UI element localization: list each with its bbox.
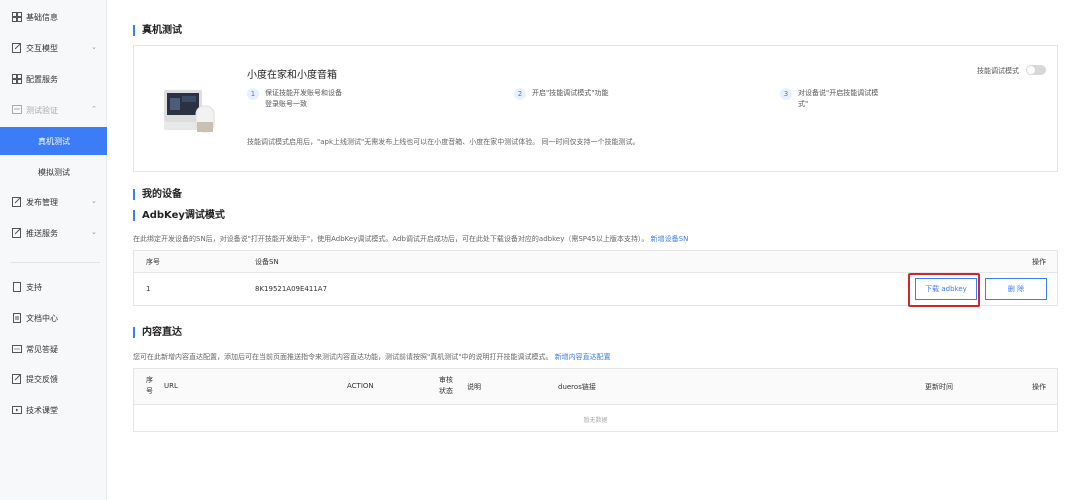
column-header-actions: 操作: [1032, 383, 1046, 391]
chevron-down-icon: ⌄: [91, 197, 97, 205]
column-header-index: 序号: [146, 257, 160, 266]
adbkey-description-text: 在此绑定开发设备的SN后，对设备说"打开技能开发助手"，使用AdbKey调试模式…: [133, 235, 649, 243]
sidebar-item-test-verify[interactable]: 测试验证 ⌃: [0, 96, 107, 124]
edit-icon: [12, 374, 21, 384]
row-index: 1: [146, 285, 151, 293]
sidebar-divider: [10, 262, 100, 263]
step-3: 3 对设备说"开启技能调试模 式": [780, 88, 878, 110]
step-number: 3: [780, 88, 792, 100]
debug-mode-note: 技能调试模式启用后，"apk上线测试"无需发布上线也可以在小度音箱、小度在家中测…: [247, 138, 640, 146]
sidebar-item-interaction-model[interactable]: 交互模型 ⌄: [0, 34, 107, 62]
sidebar-item-label: 推送服务: [26, 228, 58, 238]
highlight-box: [908, 273, 980, 307]
column-header-review-line1: 审核: [439, 376, 453, 384]
sidebar-item-real-device-test[interactable]: 真机测试: [0, 127, 107, 155]
sidebar-item-label: 真机测试: [38, 136, 70, 146]
sidebar-item-label: 模拟测试: [38, 167, 70, 177]
content-direct-table: 序 号 URL ACTION 审核 状态 说明 dueros链接 更新时间 操作…: [133, 368, 1058, 432]
step-1: 1 保证技能开发账号和设备 登录账号一致: [247, 88, 342, 110]
device-table-header: 序号 设备SN 操作: [134, 251, 1057, 273]
section-title-adbkey: AdbKey调试模式: [133, 210, 225, 221]
sidebar-item-docs-center[interactable]: 文档中心: [0, 304, 107, 332]
sidebar-item-label: 支持: [26, 282, 42, 292]
debug-mode-toggle[interactable]: [1026, 65, 1046, 75]
debug-mode-label: 技能调试模式: [977, 67, 1019, 75]
sidebar-item-basic-info[interactable]: 基础信息: [0, 3, 107, 31]
section-title-real-test: 真机测试: [133, 25, 182, 36]
grid-icon: [12, 74, 22, 84]
sidebar-item-label: 发布管理: [26, 197, 58, 207]
step-number: 2: [514, 88, 526, 100]
content-direct-table-header: 序 号 URL ACTION 审核 状态 说明 dueros链接 更新时间 操作: [134, 369, 1057, 405]
sidebar-item-release-management[interactable]: 发布管理 ⌄: [0, 188, 107, 216]
column-header-review-line2: 状态: [439, 387, 453, 395]
step-text: 保证技能开发账号和设备: [265, 89, 342, 97]
delete-button[interactable]: 删 除: [985, 278, 1047, 300]
column-header-sn: 设备SN: [255, 257, 279, 266]
sidebar-item-label: 基础信息: [26, 12, 58, 22]
edit-icon: [12, 43, 21, 53]
step-2: 2 开启"技能调试模式"功能: [514, 88, 608, 100]
content-direct-description-text: 您可在此新增内容直达配置，添加后可在当前页面推送指令来测试内容直达功能，测试前请…: [133, 353, 553, 361]
column-header-actions: 操作: [1032, 257, 1046, 266]
chevron-down-icon: ⌄: [91, 228, 97, 236]
empty-state: 暂无数据: [583, 416, 608, 424]
monitor-icon: [12, 105, 22, 114]
sidebar-item-faq[interactable]: 常见答疑: [0, 335, 107, 363]
sidebar-item-feedback[interactable]: 提交反馈: [0, 365, 107, 393]
docs-icon: [13, 313, 21, 323]
step-text: 式": [798, 100, 809, 108]
chat-icon: [12, 345, 22, 353]
sidebar-item-label: 技术课堂: [26, 405, 58, 415]
step-text: 对设备说"开启技能调试模: [798, 89, 879, 97]
smart-speaker-image: [164, 90, 215, 133]
column-header-dueros-link: dueros链接: [558, 383, 596, 391]
adbkey-description: 在此绑定开发设备的SN后，对设备说"打开技能开发助手"，使用AdbKey调试模式…: [133, 234, 688, 244]
video-icon: [12, 406, 22, 414]
column-header-url: URL: [164, 382, 178, 390]
step-text: 开启"技能调试模式"功能: [532, 89, 609, 97]
sidebar-item-config-service[interactable]: 配置服务: [0, 65, 107, 93]
sidebar-item-label: 文档中心: [26, 313, 58, 323]
column-header-index: 序 号: [146, 375, 153, 397]
grid-icon: [12, 12, 22, 22]
sidebar-item-tech-class[interactable]: 技术课堂: [0, 396, 107, 424]
chevron-down-icon: ⌄: [91, 43, 97, 51]
content-direct-description: 您可在此新增内容直达配置，添加后可在当前页面推送指令来测试内容直达功能，测试前请…: [133, 352, 611, 362]
sidebar-item-simulate-test[interactable]: 模拟测试: [0, 158, 107, 186]
add-device-sn-link[interactable]: 新增设备SN: [651, 235, 689, 243]
sidebar-item-support[interactable]: 支持: [0, 273, 107, 301]
edit-icon: [12, 228, 21, 238]
edit-icon: [12, 197, 21, 207]
column-header-updated-time: 更新时间: [925, 383, 953, 391]
column-header-index-line1: 序: [146, 376, 153, 384]
sidebar-item-label: 常见答疑: [26, 344, 58, 354]
add-content-direct-link[interactable]: 新增内容直达配置: [555, 353, 611, 361]
column-header-action: ACTION: [347, 382, 374, 390]
section-title-content-direct: 内容直达: [133, 327, 182, 338]
document-icon: [13, 282, 21, 292]
step-number: 1: [247, 88, 259, 100]
column-header-index-line2: 号: [146, 387, 153, 395]
card-title: 小度在家和小度音箱: [247, 70, 337, 81]
real-test-card: 小度在家和小度音箱 技能调试模式 1 保证技能开发账号和设备 登录账号一致 2 …: [133, 45, 1058, 172]
step-text: 登录账号一致: [265, 100, 307, 108]
sidebar: 基础信息 交互模型 ⌄ 配置服务 测试验证 ⌃ 真机测试 模拟测试 发布管理 ⌄…: [0, 0, 107, 500]
sidebar-item-label: 配置服务: [26, 74, 58, 84]
sidebar-item-label: 交互模型: [26, 43, 58, 53]
main-content: 真机测试 小度在家和小度音箱 技能调试模式 1 保证技能开发账号和设备 登录账号…: [107, 0, 1080, 500]
column-header-explain: 说明: [467, 383, 481, 391]
column-header-review-status: 审核 状态: [439, 375, 453, 397]
chevron-up-icon: ⌃: [91, 105, 97, 113]
sidebar-item-label: 测试验证: [26, 105, 58, 115]
row-device-sn: 8K19521A09E411A7: [255, 285, 328, 293]
sidebar-item-label: 提交反馈: [26, 374, 58, 384]
section-title-my-devices: 我的设备: [133, 189, 182, 200]
sidebar-item-push-service[interactable]: 推送服务 ⌄: [0, 219, 107, 247]
